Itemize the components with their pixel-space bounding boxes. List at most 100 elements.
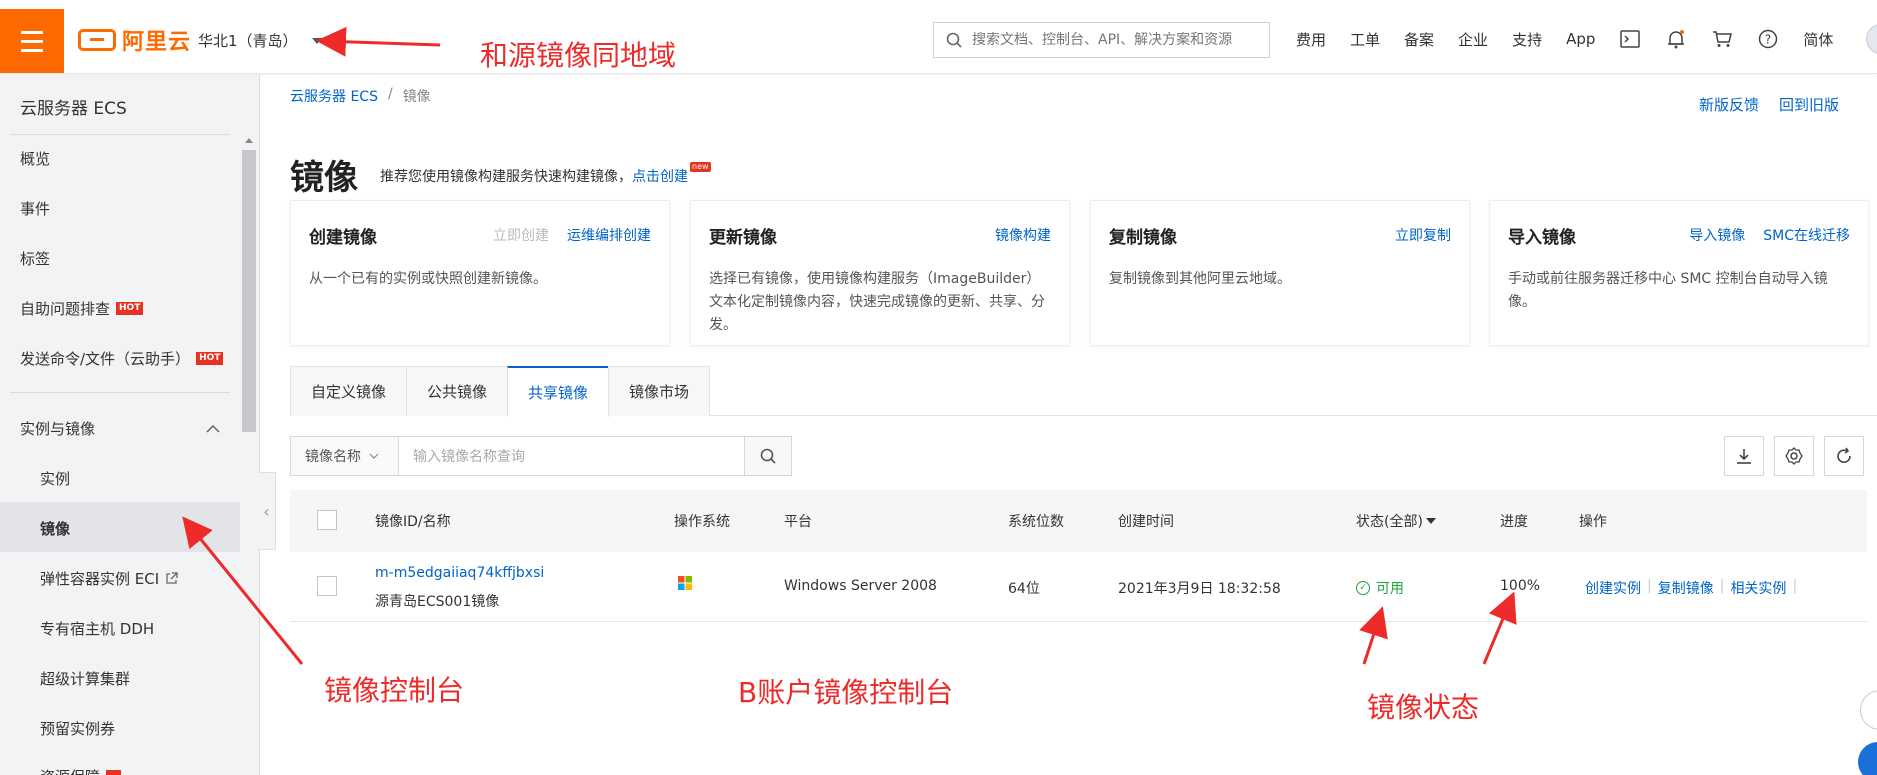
table-header: 镜像ID/名称 操作系统 平台 系统位数 创建时间 状态(全部) 进度 操作 [290, 490, 1867, 552]
sidebar-item-cloud-assistant[interactable]: 发送命令/文件（云助手） HOT [20, 348, 224, 369]
sidebar-item-resource-guarantee[interactable]: 资源保障 [40, 766, 122, 775]
row-checkbox[interactable] [317, 576, 337, 596]
sidebar-item-troubleshoot[interactable]: 自助问题排查 HOT [20, 298, 144, 319]
nav-support[interactable]: 支持 [1512, 29, 1542, 50]
top-bar: 阿里云 华北1（青岛） 费用 工单 备案 企业 支持 App ? 简体 [0, 0, 1877, 74]
sidebar-item-label: 概览 [20, 150, 51, 168]
old-version-link[interactable]: 回到旧版 [1779, 94, 1839, 115]
oos-create-button[interactable]: 运维编排创建 [567, 225, 651, 245]
new-badge: new [690, 162, 711, 172]
column-header: 进度 [1500, 514, 1528, 530]
page-title: 镜像 [290, 158, 358, 198]
external-link-icon [166, 572, 178, 584]
chevron-down-icon [311, 37, 322, 44]
sidebar-item-overview[interactable]: 概览 [20, 148, 50, 169]
nav-icp[interactable]: 备案 [1404, 29, 1434, 50]
nav-enterprise[interactable]: 企业 [1458, 29, 1488, 50]
hot-badge: HOT [116, 302, 144, 315]
svg-text:?: ? [1765, 33, 1771, 47]
image-id-link[interactable]: m-m5edgaiiaq74kffjbxsi [375, 565, 544, 581]
image-builder-button[interactable]: 镜像构建 [995, 225, 1051, 245]
card-desc: 复制镜像到其他阿里云地域。 [1109, 271, 1291, 287]
card-update-image: 更新镜像 镜像构建 选择已有镜像，使用镜像构建服务（ImageBuilder）文… [690, 200, 1070, 346]
sidebar-scrollbar[interactable] [240, 136, 258, 775]
filter-placeholder: 输入镜像名称查询 [413, 449, 525, 465]
image-name: 源青岛ECS001镜像 [375, 594, 500, 610]
settings-button[interactable] [1774, 436, 1814, 476]
status-filter-header[interactable]: 状态(全部) [1356, 511, 1436, 531]
select-all-checkbox[interactable] [317, 510, 337, 530]
filter-input[interactable]: 输入镜像名称查询 [399, 437, 745, 475]
sidebar-item-label: 超级计算集群 [40, 670, 131, 688]
region-label: 华北1（青岛） [198, 32, 298, 50]
help-icon[interactable]: ? [1757, 28, 1779, 50]
feedback-link[interactable]: 新版反馈 [1699, 94, 1759, 115]
search-input[interactable] [972, 32, 1252, 48]
copy-now-button[interactable]: 立即复制 [1395, 225, 1451, 245]
annotation-region: 和源镜像同地域 [480, 39, 677, 72]
card-desc: 选择已有镜像，使用镜像构建服务（ImageBuilder）文本化定制镜像内容，快… [709, 271, 1045, 333]
download-button[interactable] [1724, 436, 1764, 476]
sidebar-item-ddh[interactable]: 专有宿主机 DDH [40, 618, 154, 639]
terminal-icon[interactable] [1619, 28, 1641, 50]
sidebar-divider [10, 134, 230, 135]
sidebar-item-label: 发送命令/文件（云助手） [20, 350, 191, 368]
aliyun-logo[interactable]: 阿里云 [78, 26, 191, 55]
sidebar-item-scc[interactable]: 超级计算集群 [40, 668, 130, 689]
sidebar-item-reserved[interactable]: 预留实例券 [40, 718, 115, 739]
refresh-button[interactable] [1824, 436, 1864, 476]
filter-field-select[interactable]: 镜像名称 [291, 437, 399, 475]
tab-public-images[interactable]: 公共镜像 [406, 366, 509, 416]
avatar[interactable] [1866, 24, 1877, 54]
bits-value: 64位 [1008, 581, 1040, 597]
image-tabs: 自定义镜像 公共镜像 共享镜像 镜像市场 [290, 366, 1877, 417]
tab-custom-images[interactable]: 自定义镜像 [290, 366, 408, 416]
sidebar-item-eci[interactable]: 弹性容器实例 ECI [40, 568, 178, 589]
import-image-button[interactable]: 导入镜像 [1689, 225, 1745, 245]
filter-search-button[interactable] [745, 437, 791, 475]
hamburger-menu-icon[interactable] [0, 9, 64, 73]
sidebar-collapse-handle[interactable]: ‹ [258, 472, 276, 550]
language-switch[interactable]: 简体 [1803, 29, 1833, 50]
smc-migrate-button[interactable]: SMC在线迁移 [1763, 225, 1850, 245]
top-links: 新版反馈 回到旧版 [1699, 94, 1839, 115]
sidebar-item-label: 专有宿主机 DDH [40, 620, 155, 638]
sidebar-group-instances-images[interactable]: 实例与镜像 [20, 418, 220, 439]
card-desc: 手动或前往服务器迁移中心 SMC 控制台自动导入镜像。 [1508, 271, 1828, 310]
floating-tool-button[interactable] [1860, 690, 1877, 730]
gear-icon [1785, 447, 1803, 465]
tab-shared-images[interactable]: 共享镜像 [507, 366, 610, 417]
sidebar-item-label: 自助问题排查 [20, 300, 111, 318]
global-search[interactable] [933, 22, 1270, 58]
annotation-status: 镜像状态 [1367, 691, 1480, 724]
column-header: 操作 [1579, 514, 1607, 530]
floating-assistant-button[interactable] [1858, 742, 1877, 775]
related-instances-link[interactable]: 相关实例 [1730, 578, 1786, 598]
nav-tickets[interactable]: 工单 [1350, 29, 1380, 50]
sidebar-item-events[interactable]: 事件 [20, 198, 50, 219]
sidebar-item-label: 镜像 [40, 520, 71, 538]
copy-image-link[interactable]: 复制镜像 [1658, 578, 1714, 598]
cart-icon[interactable] [1711, 28, 1733, 50]
column-header: 操作系统 [674, 514, 730, 530]
table-row: m-m5edgaiiaq74kffjbxsi 源青岛ECS001镜像 Windo… [290, 552, 1867, 622]
bell-icon[interactable] [1665, 28, 1687, 50]
region-selector[interactable]: 华北1（青岛） [198, 30, 322, 51]
sidebar-item-instances[interactable]: 实例 [40, 468, 70, 489]
card-desc: 从一个已有的实例或快照创建新镜像。 [309, 271, 547, 287]
create-link[interactable]: 点击创建 [632, 166, 688, 186]
status-label: 可用 [1376, 581, 1404, 597]
hot-badge [106, 770, 122, 775]
scroll-thumb[interactable] [242, 150, 256, 432]
breadcrumb-root[interactable]: 云服务器 ECS [290, 86, 378, 106]
sidebar-item-tags[interactable]: 标签 [20, 248, 50, 269]
column-header: 镜像ID/名称 [375, 514, 451, 530]
create-instance-link[interactable]: 创建实例 [1585, 578, 1641, 598]
sidebar-item-images[interactable]: 镜像 [40, 518, 70, 539]
chevron-left-icon: ‹ [263, 501, 270, 521]
tab-marketplace-images[interactable]: 镜像市场 [608, 366, 711, 416]
create-now-button[interactable]: 立即创建 [493, 225, 549, 245]
scroll-up-icon[interactable] [245, 138, 253, 143]
nav-app[interactable]: App [1566, 30, 1595, 48]
nav-fees[interactable]: 费用 [1296, 29, 1326, 50]
